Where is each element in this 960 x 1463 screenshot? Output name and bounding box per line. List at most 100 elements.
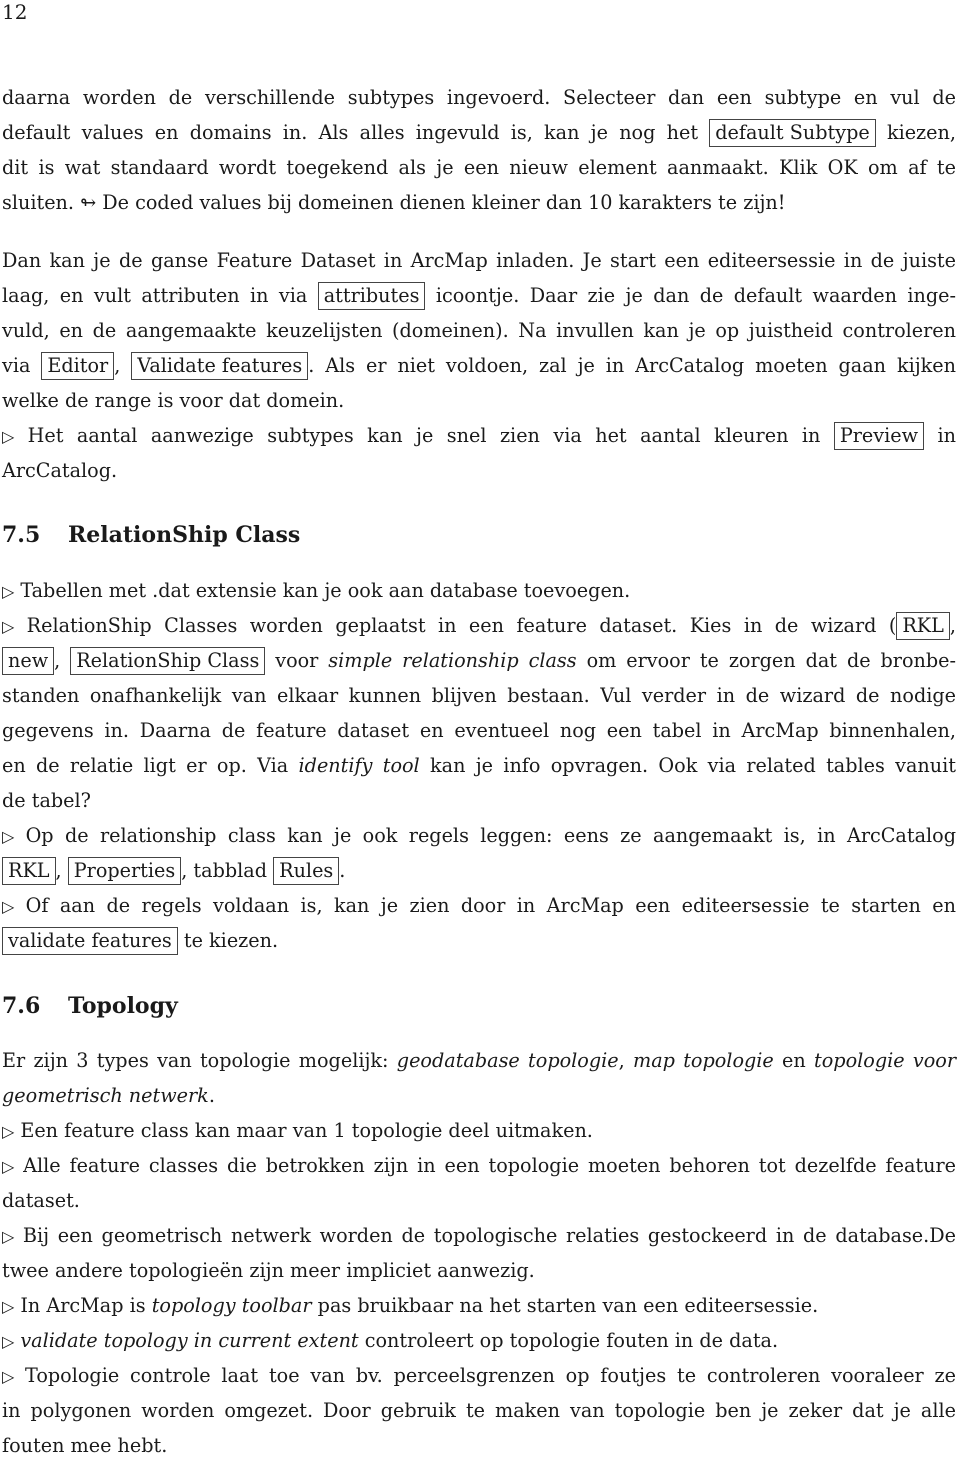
text: . Als er niet voldoen, zal je in ArcCata… [308, 354, 956, 377]
bullet-item: ▷ Op de relationship class kan je ook reg… [2, 818, 956, 854]
text-line: laag, en vult attributen in via attribut… [2, 278, 956, 313]
bullet-item: ▷ Een feature class kan maar van 1 topolo… [2, 1113, 956, 1149]
emphasis: simple relationship class [328, 649, 577, 672]
text-line: Dan kan je de ganse Feature Dataset in A… [2, 243, 956, 278]
text: Topologie controle laat toe van bv. perc… [25, 1364, 956, 1387]
text: Er zijn 3 types van topologie mogelijk: [2, 1049, 389, 1072]
hook-arrow-icon: ↬ [80, 191, 97, 214]
text-line: standen onafhankelijk van elkaar kunnen … [2, 678, 956, 713]
emphasis: geometrisch netwerk [2, 1084, 209, 1107]
text: sluiten. [2, 191, 74, 214]
warning-text: De coded values bij domeinen dienen klei… [102, 191, 786, 214]
bullet-triangle-icon: ▷ [2, 1157, 18, 1176]
section-heading: 7.5 RelationShip Class [2, 522, 300, 548]
text: default values en domains in. Als alles … [2, 121, 699, 144]
emphasis: identify tool [298, 754, 420, 777]
text-line: dit is wat standaard wordt toegekend als… [2, 150, 956, 185]
ui-term-box: RKL [2, 857, 56, 885]
ui-term-box: validate features [2, 927, 178, 955]
text-line: geometrisch netwerk. [2, 1078, 956, 1113]
text: om ervoor te zorgen dat de bronbe- [586, 649, 956, 672]
emphasis: topology toolbar [151, 1294, 312, 1317]
text: dataset. [2, 1189, 80, 1212]
bullet-triangle-icon: ▷ [2, 1367, 20, 1386]
section-title: Topology [68, 993, 178, 1019]
text-line: RKL, Properties, tabblad Rules. [2, 853, 956, 888]
text: Dan kan je de ganse Feature Dataset in A… [2, 249, 956, 272]
bullet-triangle-icon: ▷ [2, 1297, 15, 1316]
bullet-item: ▷ Topologie controle laat toe van bv. per… [2, 1358, 956, 1394]
text: vuld, en de aangemaakte keuzelijsten (do… [2, 319, 956, 342]
text-line: validate features te kiezen. [2, 923, 956, 958]
text: in [937, 424, 956, 447]
text: dit is wat standaard wordt toegekend als… [2, 156, 956, 179]
bullet-item: ▷ RelationShip Classes worden geplaatst i… [2, 608, 956, 644]
text-line: de tabel? [2, 783, 956, 818]
bullet-item: ▷ validate topology in current extent con… [2, 1323, 956, 1359]
bullet-triangle-icon: ▷ [2, 1332, 15, 1351]
bullet-triangle-icon: ▷ [2, 1122, 15, 1141]
ui-term-box: Validate features [131, 352, 309, 380]
text-line: in polygonen worden omgezet. Door gebrui… [2, 1393, 956, 1428]
text: via [2, 354, 31, 377]
ui-term-box: Preview [833, 422, 925, 450]
ui-term-box: default Subtype [709, 119, 876, 147]
text: standen onafhankelijk van elkaar kunnen … [2, 684, 956, 707]
section-number: 7.6 [2, 993, 41, 1019]
text: kan je info opvragen. Ook via related ta… [430, 754, 956, 777]
bullet-item: ▷ In ArcMap is topology toolbar pas bruik… [2, 1288, 956, 1324]
text: te kiezen. [183, 929, 279, 952]
bullet-item: ▷ Het aantal aanwezige subtypes kan je sn… [2, 418, 956, 454]
text: icoontje. Daar zie je dan de default waa… [435, 284, 957, 307]
text-line: new, RelationShip Class voor simple rela… [2, 643, 956, 678]
text-line: gegevens in. Daarna de feature dataset e… [2, 713, 956, 748]
text-line: daarna worden de verschillende subtypes … [2, 80, 956, 115]
text-line: vuld, en de aangemaakte keuzelijsten (do… [2, 313, 956, 348]
section-number: 7.5 [2, 522, 41, 548]
text-line: twee andere topologieën zijn meer implic… [2, 1253, 956, 1288]
text: laag, en vult attributen in via [2, 284, 308, 307]
text: ArcCatalog. [2, 459, 118, 482]
text-line: en de relatie ligt er op. Via identify t… [2, 748, 956, 783]
ui-term-box: Editor [41, 352, 115, 380]
text: RelationShip Classes worden geplaatst in… [26, 614, 897, 637]
text: Op de relationship class kan je ook rege… [25, 824, 956, 847]
ui-term-box: RelationShip Class [70, 647, 266, 675]
ui-term-box: Properties [67, 857, 182, 885]
text: , [618, 1049, 625, 1072]
text: en de relatie ligt er op. Via [2, 754, 289, 777]
text: In ArcMap is [20, 1294, 146, 1317]
text-line: fouten mee hebt. [2, 1428, 956, 1463]
text: Alle feature classes die betrokken zijn … [23, 1154, 956, 1177]
text: controleert op topologie fouten in de da… [364, 1329, 779, 1352]
emphasis: topologie voor [814, 1049, 956, 1072]
ui-term-box: RKL [896, 612, 950, 640]
ui-term-box: Rules [273, 857, 340, 885]
bullet-triangle-icon: ▷ [2, 617, 21, 636]
text: . [339, 859, 346, 882]
text: Bij een geometrisch netwerk worden de to… [22, 1224, 956, 1247]
text: Of aan de regels voldaan is, kan je zien… [25, 894, 956, 917]
text-line: ArcCatalog. [2, 453, 956, 488]
emphasis: geodatabase topologie [396, 1049, 619, 1072]
text-line: dataset. [2, 1183, 956, 1218]
bullet-triangle-icon: ▷ [2, 582, 15, 601]
text-line: via Editor, Validate features. Als er ni… [2, 348, 956, 383]
text: fouten mee hebt. [2, 1434, 168, 1457]
bullet-triangle-icon: ▷ [2, 827, 20, 846]
text: voor [275, 649, 319, 672]
text: daarna worden de verschillende subtypes … [2, 86, 956, 109]
text: de tabel? [2, 789, 91, 812]
ui-term-box: attributes [317, 282, 426, 310]
bullet-triangle-icon: ▷ [2, 897, 20, 916]
emphasis: validate topology in current extent [20, 1329, 359, 1352]
bullet-item: ▷ Tabellen met .dat extensie kan je ook a… [2, 573, 956, 609]
bullet-item: ▷ Alle feature classes die betrokken zijn… [2, 1148, 956, 1184]
text: Tabellen met .dat extensie kan je ook aa… [20, 579, 631, 602]
bullet-triangle-icon: ▷ [2, 1227, 17, 1246]
text-line: welke de range is voor dat domein. [2, 383, 956, 418]
section-heading: 7.6 Topology [2, 993, 178, 1019]
text: , [949, 614, 956, 637]
text: , tabblad [181, 859, 268, 882]
ui-term-box: new [2, 647, 55, 675]
